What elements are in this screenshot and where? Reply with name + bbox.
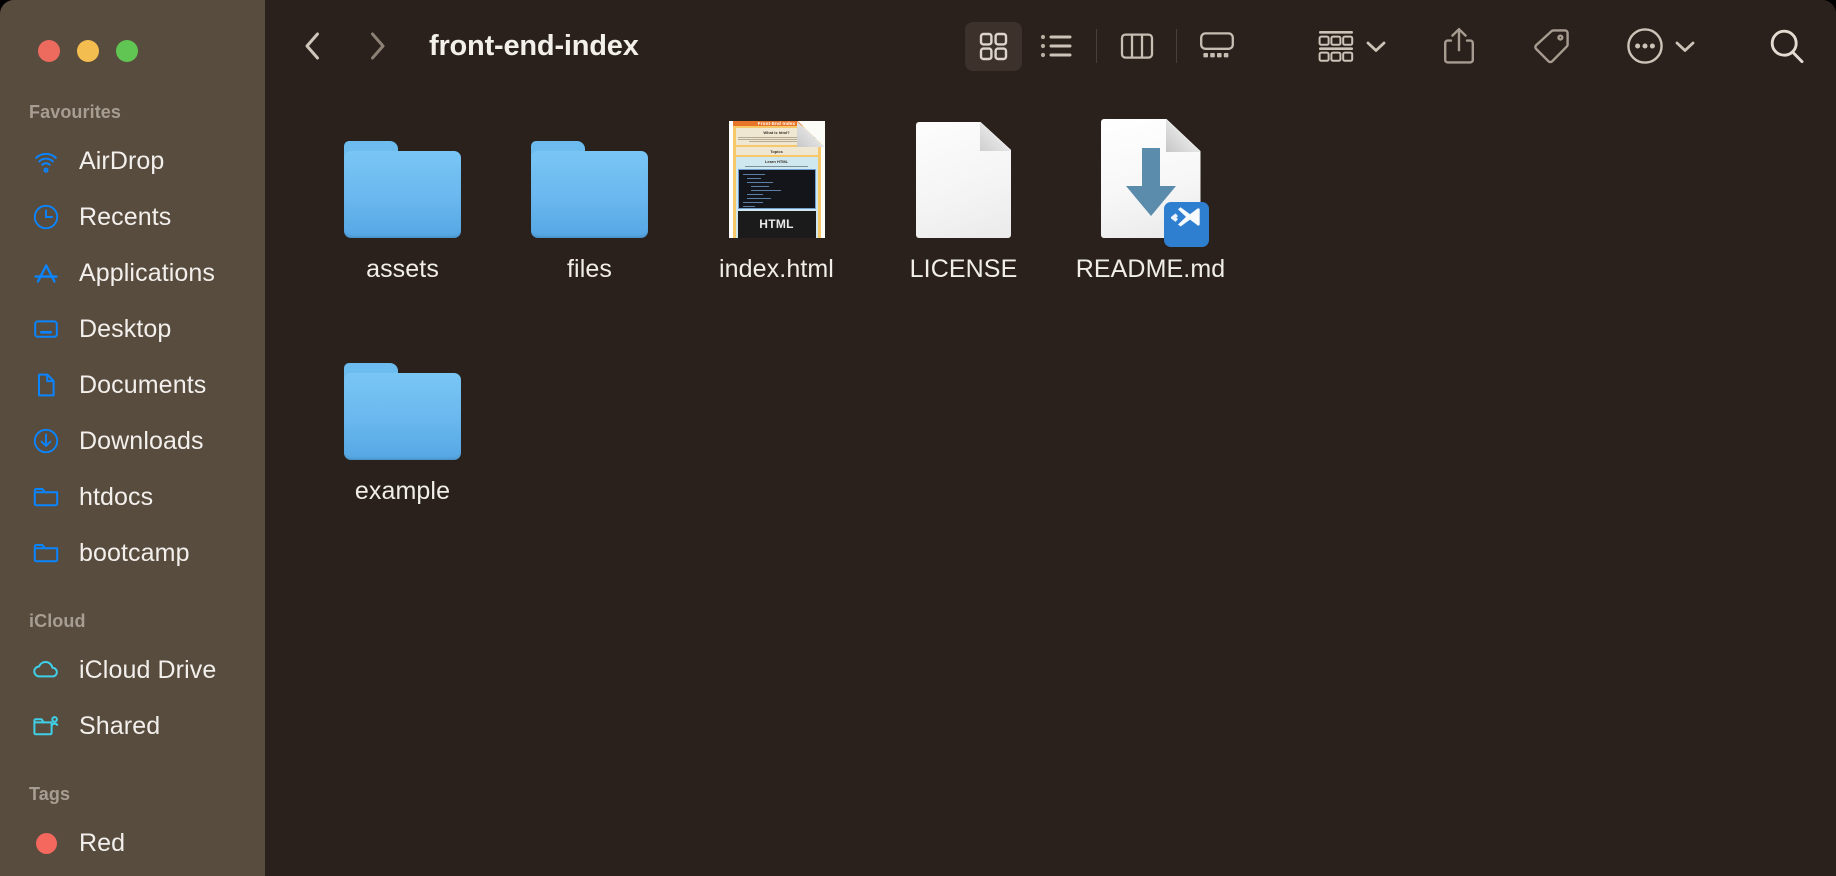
sidebar-item-documents[interactable]: Documents [0, 357, 265, 413]
sidebar-item-label: Red [79, 828, 126, 857]
group-button[interactable] [1317, 20, 1387, 72]
sidebar-item-icloud-drive[interactable]: iCloud Drive [0, 642, 265, 698]
cloud-icon [31, 655, 61, 685]
file-label: assets [366, 255, 439, 283]
main-area: front-end-index assets files Front-End I… [265, 0, 1836, 876]
file-item-readme-md[interactable]: README.md [1057, 112, 1244, 300]
thumb-topics-title: Topics [770, 148, 783, 154]
sidebar-section-tags-title: Tags [29, 784, 71, 804]
chevron-down-icon [1365, 39, 1387, 54]
webpage-thumbnail-icon: Front-End Index What is html? Topics Lea… [714, 120, 839, 238]
sidebar-item-label: Desktop [79, 314, 172, 343]
sidebar-item-label: Downloads [79, 426, 204, 455]
sidebar-item-airdrop[interactable]: AirDrop [0, 133, 265, 189]
close-button[interactable] [38, 40, 60, 62]
sidebar-item-bootcamp[interactable]: bootcamp [0, 525, 265, 581]
sidebar-item-label: Documents [79, 370, 207, 399]
file-item-assets[interactable]: assets [309, 112, 496, 300]
sidebar-item-recents[interactable]: Recents [0, 189, 265, 245]
thumb-subtitle: Learn HTML [764, 159, 789, 165]
folder-icon [31, 482, 61, 512]
file-item-license[interactable]: LICENSE [870, 112, 1057, 300]
forward-button[interactable] [353, 22, 401, 70]
sidebar-item-shared[interactable]: Shared [0, 698, 265, 754]
folder-icon [340, 120, 465, 238]
vscode-badge-icon [1163, 201, 1210, 248]
file-item-files[interactable]: files [496, 112, 683, 300]
sidebar-item-label: AirDrop [79, 146, 165, 175]
sidebar-item-label: iCloud Drive [79, 655, 217, 684]
sidebar-item-label: htdocs [79, 482, 154, 511]
file-grid: assets files Front-End Index What is htm… [265, 110, 1836, 522]
sidebar-item-label: Recents [79, 202, 172, 231]
page-title: front-end-index [429, 29, 639, 62]
file-label: example [354, 477, 451, 505]
minimize-button[interactable] [77, 40, 99, 62]
airdrop-icon [31, 146, 61, 176]
view-list-button[interactable] [1028, 22, 1085, 71]
tag-dot-icon [31, 828, 61, 858]
toolbar-separator [1096, 29, 1097, 63]
sidebar-item-htdocs[interactable]: htdocs [0, 469, 265, 525]
window-controls [0, 0, 265, 78]
folder-icon [340, 342, 465, 460]
toolbar: front-end-index [265, 0, 1836, 92]
applications-icon [31, 258, 61, 288]
folder-icon [31, 538, 61, 568]
finder-window: Favourites AirDrop Recents Applications … [0, 0, 1836, 876]
file-label: files [567, 255, 612, 283]
sidebar-item-label: Shared [79, 711, 161, 740]
sidebar: Favourites AirDrop Recents Applications … [0, 0, 265, 876]
markdown-document-icon [1088, 119, 1213, 247]
sidebar-item-desktop[interactable]: Desktop [0, 301, 265, 357]
file-label: README.md [1075, 255, 1226, 283]
file-label: index.html [719, 255, 834, 283]
share-button[interactable] [1442, 20, 1476, 72]
download-icon [31, 426, 61, 456]
chevron-down-icon [1674, 39, 1696, 54]
shared-folder-icon [31, 711, 61, 741]
document-icon [31, 370, 61, 400]
plain-document-icon [901, 120, 1026, 238]
view-icon-button[interactable] [965, 21, 1022, 71]
file-item-index-html[interactable]: Front-End Index What is html? Topics Lea… [683, 112, 870, 300]
file-item-example[interactable]: example [309, 334, 496, 522]
back-button[interactable] [289, 22, 337, 70]
toolbar-separator [1176, 29, 1177, 63]
desktop-icon [31, 314, 61, 344]
sidebar-section-icloud-title: iCloud [29, 611, 86, 631]
tags-button[interactable] [1531, 20, 1571, 72]
view-mode-group [965, 21, 1245, 71]
file-label: LICENSE [909, 255, 1018, 283]
view-gallery-button[interactable] [1188, 22, 1245, 71]
search-button[interactable] [1768, 20, 1806, 72]
sidebar-item-applications[interactable]: Applications [0, 245, 265, 301]
thumb-logo-text: HTML [737, 210, 816, 238]
view-column-button[interactable] [1108, 22, 1165, 71]
folder-icon [527, 120, 652, 238]
clock-icon [31, 202, 61, 232]
maximize-button[interactable] [116, 40, 138, 62]
sidebar-item-tag-red[interactable]: Red [0, 815, 265, 871]
sidebar-item-label: bootcamp [79, 538, 190, 567]
sidebar-section-favourites-title: Favourites [29, 102, 122, 122]
more-button[interactable] [1626, 20, 1696, 72]
file-grid-area[interactable]: assets files Front-End Index What is htm… [265, 92, 1836, 876]
sidebar-item-label: Applications [79, 258, 216, 287]
sidebar-item-downloads[interactable]: Downloads [0, 413, 265, 469]
